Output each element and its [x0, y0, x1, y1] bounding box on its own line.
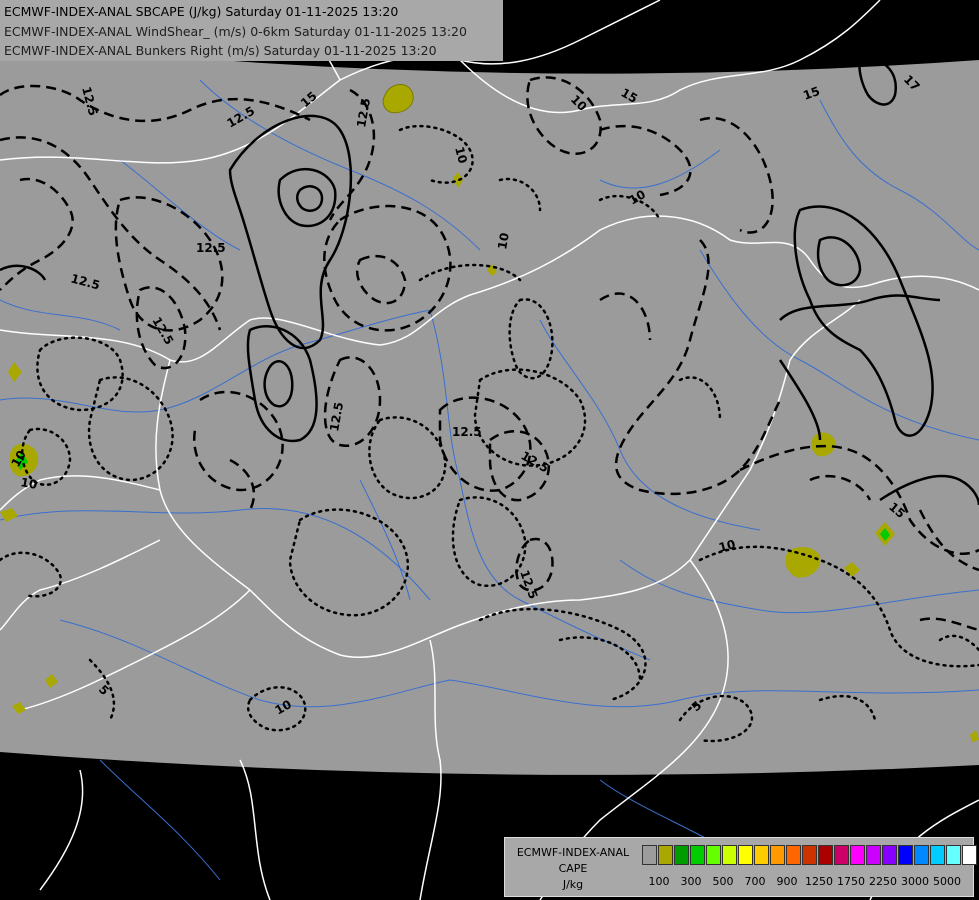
legend-swatch [898, 845, 913, 865]
legend-tick-label: 1750 [837, 875, 865, 888]
legend-swatch [690, 845, 705, 865]
contour-label: 12.5 [196, 241, 226, 255]
legend-tick-label: 700 [744, 875, 766, 888]
legend-swatch [946, 845, 961, 865]
legend-swatch [770, 845, 785, 865]
legend-tick-label: 3000 [901, 875, 929, 888]
weather-map[interactable]: 12.5 12.5 12.5 12.5 12.5 12.5 12.5 12.5 … [0, 0, 979, 900]
cape-legend: ECMWF-INDEX-ANAL CAPE J/kg 100 300 500 700 9… [504, 837, 977, 897]
map-header: ECMWF-INDEX-ANAL SBCAPE (J/kg) Saturday … [0, 0, 503, 61]
legend-swatch [930, 845, 945, 865]
legend-swatch [818, 845, 833, 865]
legend-swatch [882, 845, 897, 865]
legend-swatch [658, 845, 673, 865]
legend-swatch [786, 845, 801, 865]
legend-swatch [850, 845, 865, 865]
data-domain [0, 40, 979, 775]
legend-tick-label: 300 [680, 875, 702, 888]
legend-tick-label: 500 [712, 875, 734, 888]
legend-swatch [754, 845, 769, 865]
legend-tick-label: 900 [776, 875, 798, 888]
legend-swatch [834, 845, 849, 865]
contour-label: 10 [19, 475, 38, 492]
header-title-bunkers: ECMWF-INDEX-ANAL Bunkers Right (m/s) Sat… [4, 43, 437, 58]
legend-tick-label: 1250 [805, 875, 833, 888]
legend-swatch [674, 845, 689, 865]
legend-source: ECMWF-INDEX-ANAL [516, 846, 630, 859]
legend-tick-label: 5000 [933, 875, 961, 888]
legend-tick-label: 100 [648, 875, 670, 888]
legend-swatch [706, 845, 721, 865]
legend-swatch [802, 845, 817, 865]
legend-swatch [914, 845, 929, 865]
header-title-cape: ECMWF-INDEX-ANAL SBCAPE (J/kg) Saturday … [4, 4, 399, 19]
contour-label: 12.5 [452, 425, 482, 439]
legend-swatch [738, 845, 753, 865]
header-title-windshear: ECMWF-INDEX-ANAL WindShear_ (m/s) 0-6km … [4, 24, 467, 39]
legend-swatch [962, 845, 977, 865]
legend-swatch [642, 845, 657, 865]
legend-unit: J/kg [562, 878, 584, 891]
contour-label: 10 [495, 232, 512, 251]
legend-swatch [722, 845, 737, 865]
legend-variable: CAPE [558, 862, 588, 875]
legend-swatch [866, 845, 881, 865]
legend-tick-label: 2250 [869, 875, 897, 888]
legend-color-scale [642, 845, 978, 865]
